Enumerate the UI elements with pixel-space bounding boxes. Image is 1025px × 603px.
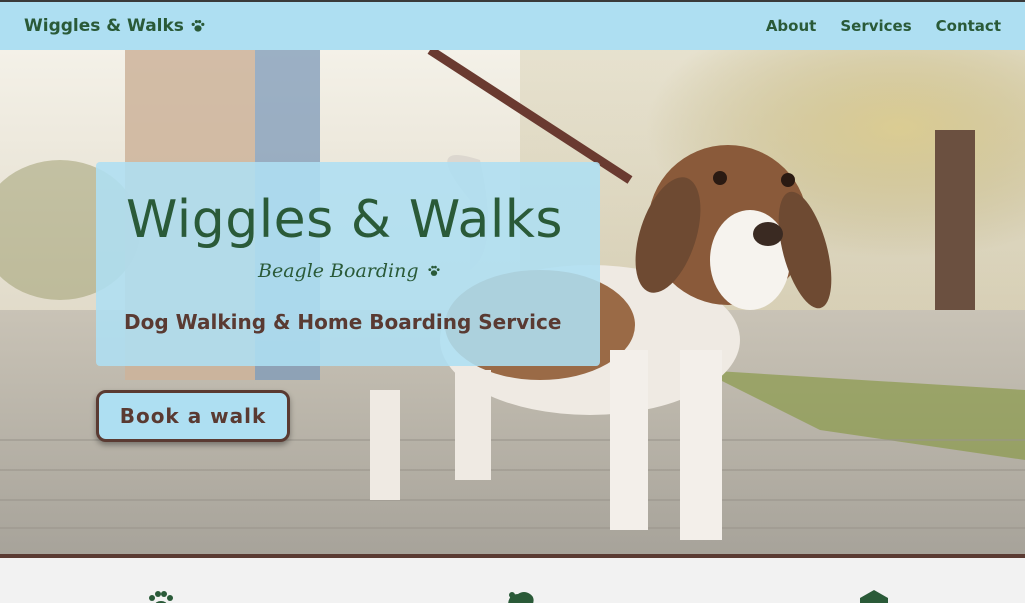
paw-icon: [149, 591, 173, 603]
nav-link-about[interactable]: About: [766, 17, 817, 35]
hero-card: Wiggles & Walks Beagle Boarding Dog Walk…: [96, 162, 600, 366]
hero-section: Wiggles & Walks Beagle Boarding Dog Walk…: [0, 50, 1025, 554]
nav-link-contact[interactable]: Contact: [936, 17, 1001, 35]
paw-icon: [191, 20, 205, 32]
hero-tagline: Dog Walking & Home Boarding Service: [124, 310, 562, 334]
paw-icon: [427, 265, 440, 276]
features-section: [0, 558, 1025, 603]
hero-title: Wiggles & Walks: [126, 190, 563, 250]
hero-subtitle-text: Beagle Boarding: [258, 260, 419, 282]
house-icon: [860, 590, 888, 603]
brand-link[interactable]: Wiggles & Walks: [24, 16, 206, 36]
book-a-walk-button[interactable]: Book a walk: [96, 390, 290, 442]
dog-icon: [508, 592, 534, 603]
nav-link-services[interactable]: Services: [840, 17, 911, 35]
brand-name: Wiggles & Walks: [24, 16, 184, 36]
navbar: Wiggles & Walks About Services Contact: [0, 0, 1025, 50]
nav-links: About Services Contact: [766, 17, 1001, 35]
hero-subtitle: Beagle Boarding: [258, 260, 441, 282]
